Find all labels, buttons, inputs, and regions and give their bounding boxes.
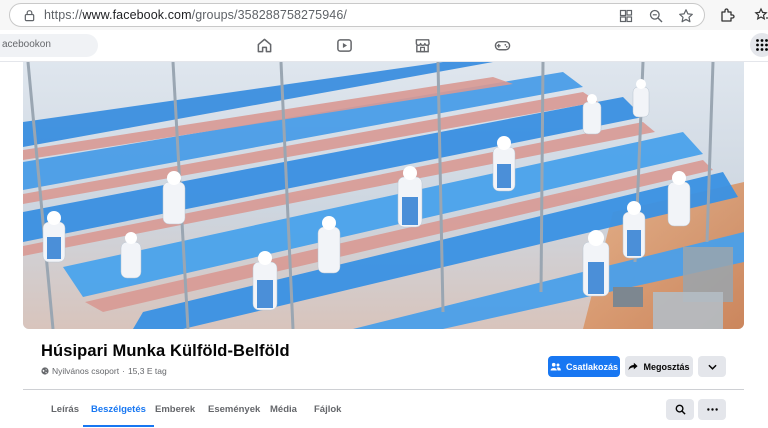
favorites-icon[interactable]: [754, 7, 768, 23]
group-meta: Nyilvános csoport · 15,3 E tag: [41, 366, 167, 376]
more-options-button[interactable]: [698, 356, 726, 377]
facebook-search[interactable]: acebookon: [0, 34, 98, 57]
marketplace-icon[interactable]: [414, 37, 431, 54]
tab-fajlok[interactable]: Fájlok: [314, 396, 341, 428]
tab-media[interactable]: Média: [270, 396, 297, 428]
menu-grid-icon: [756, 39, 768, 51]
group-more-button[interactable]: [698, 399, 726, 420]
header-divider: [23, 389, 744, 390]
app-grid-icon[interactable]: [618, 8, 634, 24]
cover-photo: [23, 62, 744, 329]
search-icon: [675, 404, 686, 415]
browser-toolbar: https://www.facebook.com/groups/35828875…: [0, 0, 768, 30]
meta-separator: ·: [122, 366, 125, 376]
lock-icon[interactable]: [23, 9, 36, 22]
url-text[interactable]: https://www.facebook.com/groups/35828875…: [44, 8, 347, 22]
meat-processing-hall-image: [23, 62, 744, 329]
home-icon[interactable]: [256, 37, 273, 54]
tab-esemenyek[interactable]: Események: [208, 396, 260, 428]
privacy-label[interactable]: Nyilvános csoport: [52, 366, 119, 376]
group-search-button[interactable]: [666, 399, 694, 420]
active-tab-indicator: [83, 425, 154, 427]
facebook-search-text[interactable]: acebookon: [2, 39, 51, 50]
member-count[interactable]: 15,3 E tag: [128, 366, 167, 376]
share-button[interactable]: Megosztás: [625, 356, 693, 377]
tab-beszelgetes[interactable]: Beszélgetés: [83, 396, 154, 428]
video-icon[interactable]: [336, 37, 353, 54]
tab-leiras[interactable]: Leírás: [51, 396, 79, 428]
group-title: Húsipari Munka Külföld-Belföld: [41, 342, 290, 360]
extensions-icon[interactable]: [719, 7, 735, 23]
join-button[interactable]: Csatlakozás: [548, 356, 620, 377]
share-button-label: Megosztás: [643, 361, 690, 372]
globe-icon: [41, 367, 49, 375]
join-button-label: Csatlakozás: [565, 361, 619, 372]
address-bar[interactable]: https://www.facebook.com/groups/35828875…: [9, 3, 705, 27]
menu-button[interactable]: [750, 33, 768, 57]
people-icon: [550, 362, 561, 371]
tab-emberek[interactable]: Emberek: [155, 396, 195, 428]
share-arrow-icon: [628, 362, 639, 371]
ellipsis-icon: [706, 408, 718, 411]
star-icon[interactable]: [678, 8, 694, 24]
zoom-icon[interactable]: [648, 8, 664, 24]
facebook-top-nav: acebookon: [0, 30, 768, 62]
chevron-down-icon: [707, 364, 717, 370]
gaming-icon[interactable]: [494, 37, 511, 54]
